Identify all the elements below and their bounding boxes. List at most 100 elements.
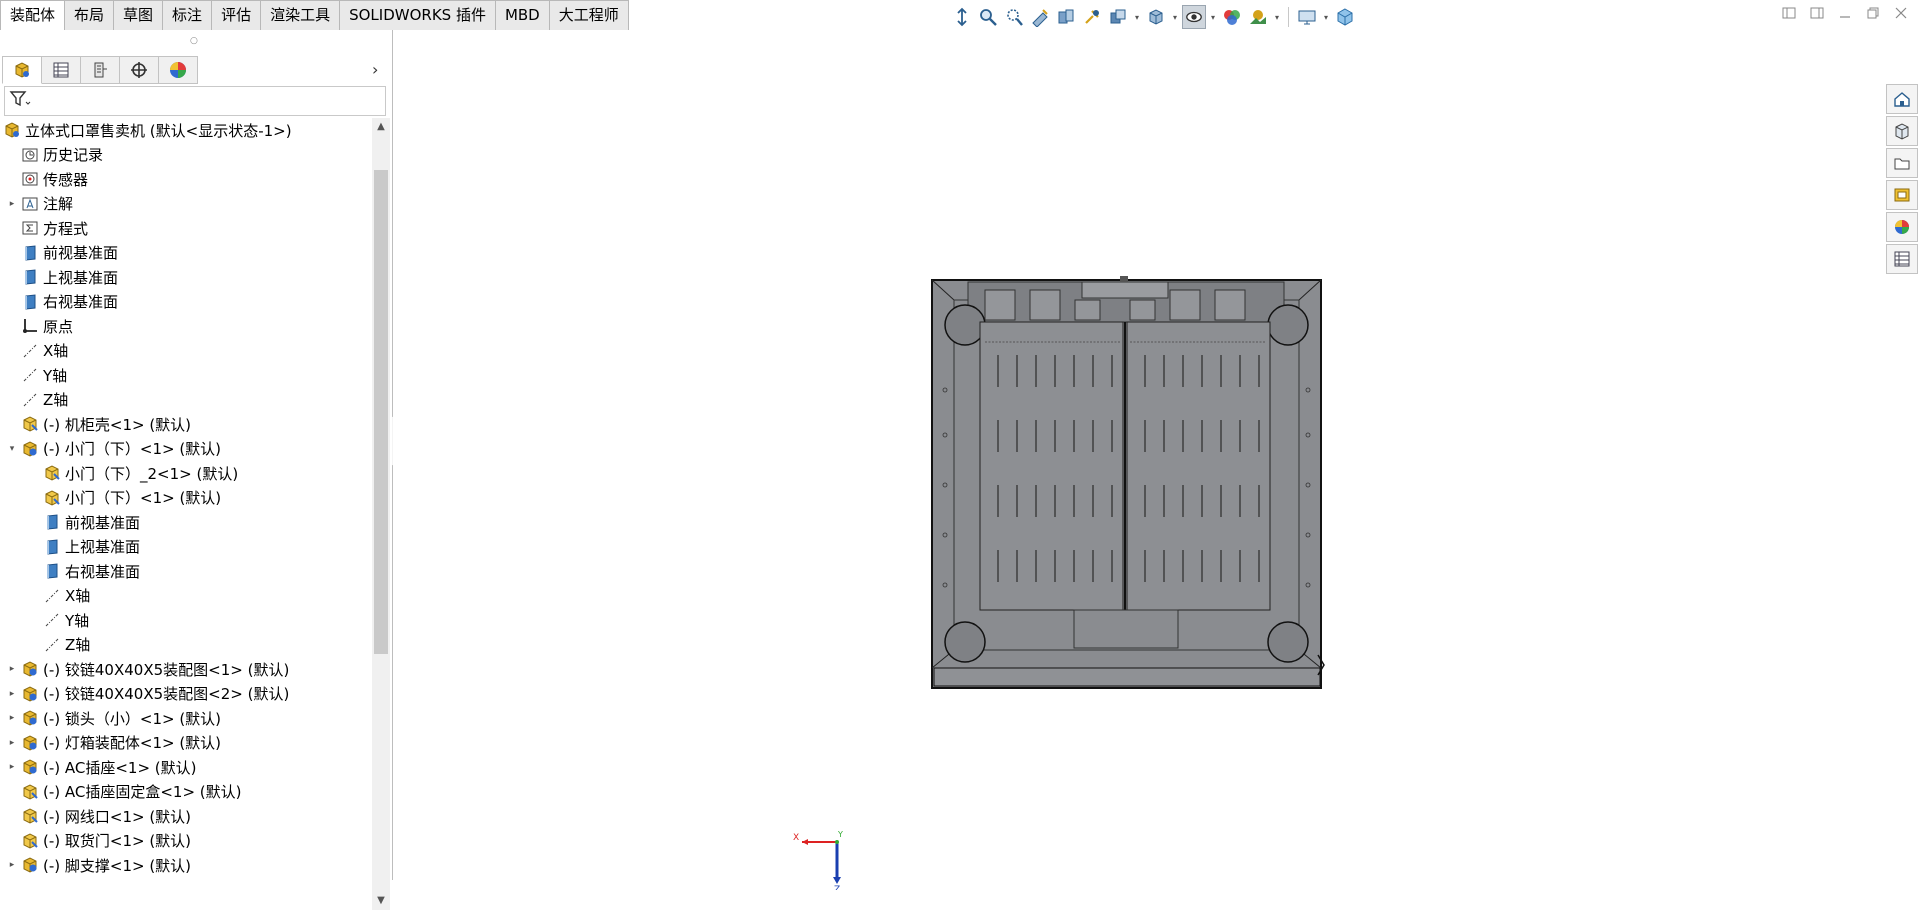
tree-node[interactable]: 前视基准面: [6, 241, 118, 265]
file-explorer-icon[interactable]: [1886, 148, 1918, 178]
plane-icon: [42, 512, 62, 532]
tree-node-label: (-) 网线口<1> (默认): [43, 807, 192, 826]
ribbon-tab-7[interactable]: MBD: [495, 0, 550, 31]
tree-node[interactable]: 小门（下）_2<1> (默认): [28, 461, 238, 485]
ribbon-tab-1[interactable]: 布局: [65, 0, 115, 31]
ribbon-tab-8[interactable]: 大工程师: [549, 0, 629, 31]
tree-node[interactable]: 历史记录: [6, 143, 103, 167]
tree-expander-icon[interactable]: ▸: [6, 738, 18, 748]
chevron-down-icon[interactable]: ▾: [1170, 13, 1180, 22]
close-icon[interactable]: [1892, 4, 1910, 22]
tree-node-label: (-) 机柜壳<1> (默认): [43, 415, 192, 434]
annotation-icon: [20, 194, 40, 214]
tree-node[interactable]: ▸ (-) 铰链40X40X5装配图<2> (默认): [6, 682, 290, 706]
pane-grip-icon[interactable]: ○: [190, 36, 198, 46]
scroll-thumb[interactable]: [374, 170, 388, 654]
tree-expander-icon[interactable]: ▸: [6, 713, 18, 723]
ribbon-tab-4[interactable]: 评估: [212, 0, 262, 31]
configurationmanager-tab[interactable]: [81, 56, 120, 84]
appearances-icon[interactable]: [1886, 212, 1918, 242]
tree-node[interactable]: 上视基准面: [6, 265, 118, 289]
tree-filter-bar[interactable]: [4, 86, 386, 116]
displaymanager-tab[interactable]: [159, 56, 198, 84]
tree-node-label: X轴: [65, 587, 91, 605]
tree-expander-icon[interactable]: ▸: [6, 689, 18, 699]
hide-show-items-icon[interactable]: [1144, 5, 1168, 29]
view-settings-icon[interactable]: [1246, 5, 1270, 29]
tree-node[interactable]: ▸ (-) 铰链40X40X5装配图<1> (默认): [6, 657, 290, 681]
zoom-to-area-icon[interactable]: [976, 5, 1000, 29]
tree-node[interactable]: ▾ (-) 小门（下）<1> (默认): [6, 437, 221, 461]
tree-node[interactable]: 上视基准面: [28, 535, 140, 559]
tree-node-label: 前视基准面: [43, 244, 119, 262]
tree-node[interactable]: 方程式: [6, 216, 88, 240]
graphics-area[interactable]: X Y Z: [393, 30, 1885, 890]
view-palette-icon[interactable]: [1886, 180, 1918, 210]
tree-node[interactable]: (-) 网线口<1> (默认): [6, 804, 191, 828]
ribbon-tab-3[interactable]: 标注: [163, 0, 213, 31]
tree-node[interactable]: Z轴: [6, 388, 68, 412]
tree-node[interactable]: 小门（下）<1> (默认): [28, 486, 221, 510]
tree-node[interactable]: ▸ (-) 灯箱装配体<1> (默认): [6, 731, 221, 755]
tree-node[interactable]: (-) 取货门<1> (默认): [6, 829, 191, 853]
zoom-to-fit-icon[interactable]: [950, 5, 974, 29]
tree-node[interactable]: X轴: [6, 339, 68, 363]
filter-icon[interactable]: [9, 90, 31, 112]
chevron-down-icon[interactable]: ▾: [1272, 13, 1282, 22]
display-style-icon[interactable]: [1106, 5, 1130, 29]
tree-node[interactable]: (-) 机柜壳<1> (默认): [6, 412, 191, 436]
edit-appearance-icon[interactable]: [1182, 5, 1206, 29]
tree-expander-icon[interactable]: ▸: [6, 664, 18, 674]
tree-scrollbar[interactable]: ▲ ▼: [372, 118, 390, 910]
tree-node[interactable]: Y轴: [28, 608, 89, 632]
tree-node[interactable]: ▸ 注解: [6, 192, 73, 216]
tree-node[interactable]: ▸ (-) AC插座<1> (默认): [6, 755, 197, 779]
tree-node[interactable]: X轴: [28, 584, 90, 608]
tree-node[interactable]: 右视基准面: [28, 559, 140, 583]
tree-node[interactable]: (-) AC插座固定盒<1> (默认): [6, 780, 242, 804]
3d-view-icon[interactable]: [1333, 5, 1357, 29]
solidworks-resources-icon[interactable]: [1886, 84, 1918, 114]
chevron-right-icon[interactable]: ›: [372, 60, 378, 79]
ribbon-tab-2[interactable]: 草图: [114, 0, 164, 31]
chevron-down-icon[interactable]: ▾: [1132, 13, 1142, 22]
tree-node[interactable]: ▸ (-) 脚支撑<1> (默认): [6, 853, 191, 877]
tree-expander-icon[interactable]: ▸: [6, 199, 18, 209]
tree-node[interactable]: ▸ (-) 锁头（小）<1> (默认): [6, 706, 221, 730]
tree-expander-icon[interactable]: ▸: [6, 762, 18, 772]
design-library-icon[interactable]: [1886, 116, 1918, 146]
apply-scene-icon[interactable]: [1220, 5, 1244, 29]
model-view[interactable]: [393, 30, 1885, 880]
previous-view-icon[interactable]: [1002, 5, 1026, 29]
tree-node[interactable]: 传感器: [6, 167, 88, 191]
dimxpertmanager-tab[interactable]: [120, 56, 159, 84]
propertymanager-tab[interactable]: [42, 56, 81, 84]
tree-node[interactable]: 右视基准面: [6, 290, 118, 314]
featuremanager-tab[interactable]: [2, 56, 42, 84]
view-orientation-icon[interactable]: [1080, 5, 1104, 29]
ribbon-tab-6[interactable]: SOLIDWORKS 插件: [340, 0, 496, 31]
reference-triad: X Y Z: [793, 830, 843, 890]
display-pane-icon[interactable]: [1295, 5, 1319, 29]
tree-node[interactable]: Y轴: [6, 363, 67, 387]
tree-node[interactable]: 前视基准面: [28, 510, 140, 534]
subassembly-icon: [20, 733, 40, 753]
minimize-icon[interactable]: [1836, 4, 1854, 22]
tree-node[interactable]: 立体式口罩售卖机 (默认<显示状态-1>): [2, 118, 292, 142]
panel-right-icon[interactable]: [1808, 4, 1826, 22]
tree-node[interactable]: 原点: [6, 314, 73, 338]
chevron-down-icon[interactable]: ▾: [1208, 13, 1218, 22]
panel-left-icon[interactable]: [1780, 4, 1798, 22]
section-view-icon[interactable]: [1028, 5, 1052, 29]
ribbon-tab-0[interactable]: 装配体: [0, 0, 66, 31]
restore-icon[interactable]: [1864, 4, 1882, 22]
scroll-down-icon[interactable]: ▼: [372, 892, 390, 910]
tree-node[interactable]: Z轴: [28, 633, 90, 657]
dynamic-annotation-icon[interactable]: [1054, 5, 1078, 29]
tree-expander-icon[interactable]: ▾: [6, 444, 18, 454]
tree-expander-icon[interactable]: ▸: [6, 860, 18, 870]
chevron-down-icon[interactable]: ▾: [1321, 13, 1331, 22]
custom-properties-icon[interactable]: [1886, 244, 1918, 274]
ribbon-tab-5[interactable]: 渲染工具: [261, 0, 341, 31]
scroll-up-icon[interactable]: ▲: [372, 118, 390, 136]
